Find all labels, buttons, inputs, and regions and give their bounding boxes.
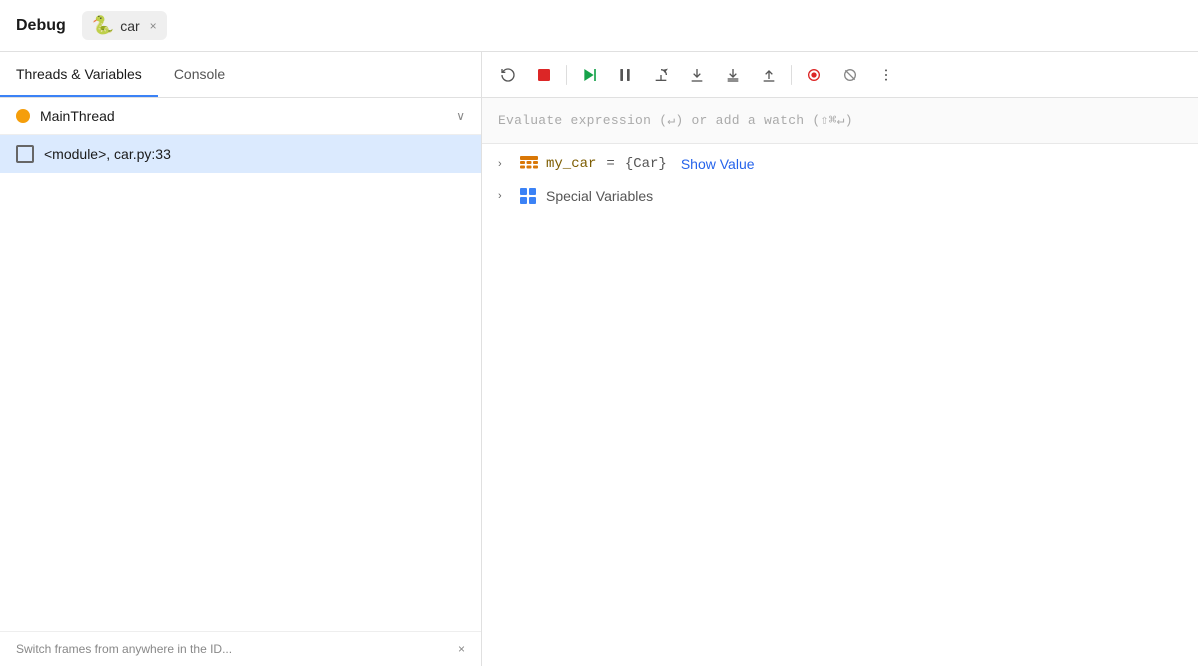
var-name-special: Special Variables bbox=[546, 188, 653, 204]
variable-row-my-car[interactable]: › my_car = {Car} Show Valu bbox=[482, 148, 1198, 180]
thread-name: MainThread bbox=[40, 108, 446, 124]
pause-icon[interactable] bbox=[611, 61, 639, 89]
step-out-icon[interactable] bbox=[755, 61, 783, 89]
right-panel: Evaluate expression (↵) or add a watch (… bbox=[482, 52, 1198, 666]
tab-name: car bbox=[120, 18, 139, 34]
left-panel: Threads & Variables Console MainThread ∨… bbox=[0, 52, 482, 666]
frame-item[interactable]: <module>, car.py:33 bbox=[0, 135, 481, 173]
thread-selector[interactable]: MainThread ∨ bbox=[0, 98, 481, 135]
tab-close-button[interactable]: × bbox=[150, 19, 157, 33]
expression-bar[interactable]: Evaluate expression (↵) or add a watch (… bbox=[482, 98, 1198, 144]
expand-arrow-my-car[interactable]: › bbox=[498, 158, 512, 170]
bottom-status: Switch frames from anywhere in the ID...… bbox=[0, 631, 481, 666]
step-into-my-code-icon[interactable] bbox=[719, 61, 747, 89]
debug-toolbar bbox=[482, 52, 1198, 98]
toolbar-separator-1 bbox=[566, 65, 567, 85]
status-close-button[interactable]: × bbox=[458, 642, 465, 656]
variable-icon-my-car bbox=[520, 156, 538, 172]
tab-console-label: Console bbox=[174, 66, 225, 82]
toolbar-separator-2 bbox=[791, 65, 792, 85]
frame-icon bbox=[16, 145, 34, 163]
title-bar: Debug 🐍 car × bbox=[0, 0, 1198, 52]
app-title: Debug bbox=[16, 17, 66, 35]
debug-tab[interactable]: 🐍 car × bbox=[82, 11, 167, 40]
thread-status-dot bbox=[16, 109, 30, 123]
frame-text: <module>, car.py:33 bbox=[44, 146, 171, 162]
variables-list: › my_car = {Car} Show Valu bbox=[482, 144, 1198, 666]
step-into-icon[interactable] bbox=[683, 61, 711, 89]
tab-threads-variables[interactable]: Threads & Variables bbox=[0, 52, 158, 97]
restart-icon[interactable] bbox=[494, 61, 522, 89]
show-value-link[interactable]: Show Value bbox=[681, 156, 755, 172]
mute-breakpoints-icon[interactable] bbox=[836, 61, 864, 89]
more-options-icon[interactable] bbox=[872, 61, 900, 89]
variable-icon-special bbox=[520, 188, 538, 204]
main-area: Threads & Variables Console MainThread ∨… bbox=[0, 52, 1198, 666]
status-text: Switch frames from anywhere in the ID... bbox=[16, 642, 232, 656]
stop-icon[interactable] bbox=[530, 61, 558, 89]
var-name-my-car: my_car bbox=[546, 156, 596, 172]
tab-threads-variables-label: Threads & Variables bbox=[16, 66, 142, 82]
tab-bar: Threads & Variables Console bbox=[0, 52, 481, 98]
var-equals-my-car: = bbox=[606, 156, 614, 172]
expression-placeholder: Evaluate expression (↵) or add a watch (… bbox=[498, 113, 853, 128]
tab-console[interactable]: Console bbox=[158, 52, 241, 97]
step-over-icon[interactable] bbox=[647, 61, 675, 89]
run-to-cursor-icon[interactable] bbox=[800, 61, 828, 89]
python-icon: 🐍 bbox=[92, 15, 114, 36]
variable-row-special[interactable]: › Special Variables bbox=[482, 180, 1198, 212]
resume-icon[interactable] bbox=[575, 61, 603, 89]
expand-arrow-special[interactable]: › bbox=[498, 190, 512, 202]
var-value-my-car: {Car} bbox=[625, 156, 667, 172]
thread-chevron-icon: ∨ bbox=[456, 109, 465, 123]
